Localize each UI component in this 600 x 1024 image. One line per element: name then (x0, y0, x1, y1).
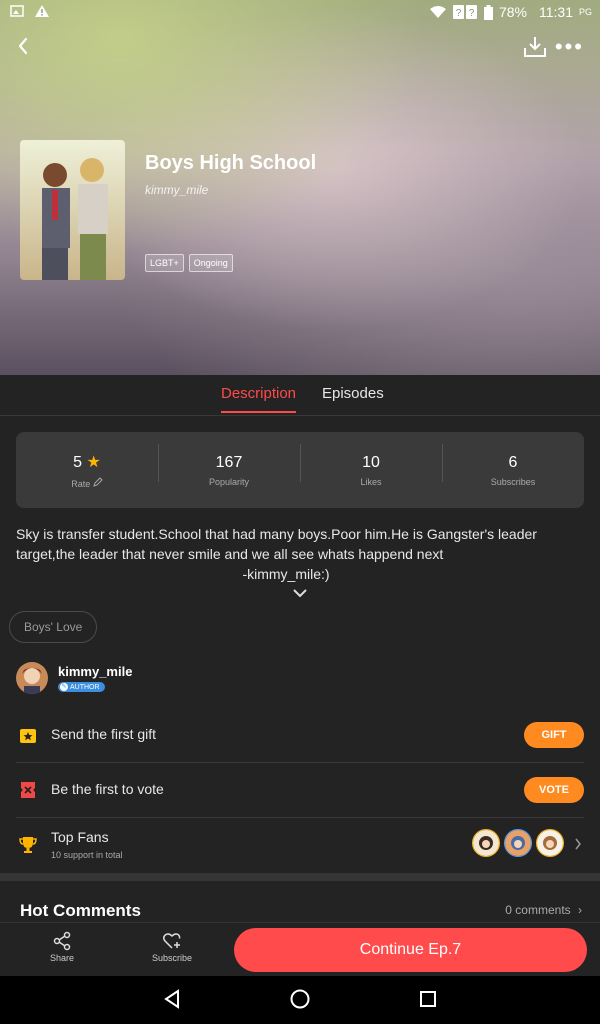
comment-count[interactable]: 0 comments › (505, 903, 582, 917)
back-icon[interactable] (12, 34, 36, 58)
vote-ticket-icon (21, 782, 35, 798)
vote-text: Be the first to vote (51, 781, 164, 797)
clock: 11:31 (538, 4, 573, 20)
description-signature: -kimmy_mile:) (242, 566, 330, 582)
comic-author[interactable]: kimmy_mile (145, 183, 208, 197)
likes-label: Likes (360, 476, 382, 487)
cover-image (20, 140, 125, 280)
author-badge-icon: ✎ (60, 683, 68, 691)
tag-list: LGBT+ Ongoing (145, 254, 233, 272)
subscribes-value: 6 (508, 453, 518, 471)
popularity-label: Popularity (208, 476, 250, 487)
share-label: Share (49, 953, 75, 963)
edit-icon (92, 476, 103, 487)
rate-value: 5 (73, 453, 83, 471)
fan-avatar[interactable] (504, 829, 532, 857)
description-line: Sky is transfer student.School that had … (16, 526, 537, 542)
top-bar: ••• (0, 30, 600, 64)
author-badge: ✎ AUTHOR (58, 682, 105, 692)
nav-back-icon[interactable] (162, 988, 182, 1010)
section-divider (0, 873, 600, 881)
tag[interactable]: LGBT+ (145, 254, 184, 272)
download-icon[interactable] (522, 34, 548, 60)
heart-plus-icon (162, 933, 181, 949)
stat-rate[interactable]: 5 ★ Rate (16, 452, 158, 489)
share-icon (53, 931, 71, 951)
gift-icon (20, 729, 36, 743)
battery-level: 78% (498, 4, 527, 20)
description-text: Sky is transfer student.School that had … (16, 524, 586, 584)
battery-icon (483, 4, 493, 20)
bottom-bar: Share Subscribe Continue Ep.7 (0, 922, 600, 977)
stat-likes: 10 Likes (300, 443, 442, 487)
subscribe-button[interactable]: Subscribe (142, 931, 202, 963)
stats-panel: 5 ★ Rate 167 Popularity 10 Likes 6 Subsc… (16, 432, 584, 508)
trophy-icon (19, 837, 37, 853)
chevron-right-icon: › (578, 903, 582, 917)
fan-avatar[interactable] (472, 829, 500, 857)
top-fans-title: Top Fans (51, 829, 109, 845)
hot-comments-title: Hot Comments (20, 901, 141, 920)
continue-button[interactable]: Continue Ep.7 (234, 928, 587, 972)
tab-episodes[interactable]: Episodes (322, 385, 384, 402)
comic-title: Boys High School (145, 152, 317, 174)
likes-value: 10 (362, 453, 380, 471)
stat-popularity: 167 Popularity (158, 443, 300, 487)
tab-description[interactable]: Description (221, 385, 297, 413)
vote-row: Be the first to vote VOTE (16, 763, 584, 817)
stat-subscribes: 6 Subscribes (442, 443, 584, 487)
top-fans-subtitle: 10 support in total (51, 850, 123, 860)
top-fans-row[interactable]: Top Fans 10 support in total (16, 818, 584, 872)
vote-button[interactable]: VOTE (524, 777, 584, 803)
gift-button[interactable]: GIFT (524, 722, 584, 748)
status-bar: ?? 78% 11:31 PG (0, 0, 600, 24)
no-sim-icon: ?? (452, 5, 477, 19)
share-button[interactable]: Share (32, 931, 92, 963)
warning-icon (35, 5, 49, 17)
description-line: target,the leader that never smile and w… (16, 546, 444, 562)
fan-avatar[interactable] (536, 829, 564, 857)
avatar[interactable] (16, 662, 48, 694)
chevron-down-icon[interactable] (291, 586, 309, 600)
popularity-value: 167 (215, 453, 243, 471)
tag[interactable]: Ongoing (188, 254, 233, 272)
tab-bar: Description Episodes (0, 375, 600, 416)
gallery-icon (10, 5, 24, 17)
clock-suffix: PG (578, 7, 592, 17)
rate-label: Rate (71, 478, 91, 489)
chevron-right-icon[interactable] (574, 838, 582, 850)
comment-count-label: 0 comments (505, 903, 571, 917)
svg-text:?: ? (469, 8, 475, 19)
gift-row: Send the first gift GIFT (16, 708, 584, 762)
svg-text:?: ? (456, 8, 462, 19)
nav-home-icon[interactable] (289, 988, 311, 1010)
author-badge-label: AUTHOR (70, 683, 100, 691)
star-icon: ★ (86, 453, 101, 471)
subscribes-label: Subscribes (490, 476, 536, 487)
author-name: kimmy_mile (58, 664, 133, 679)
subscribe-label: Subscribe (151, 953, 193, 963)
more-options-icon[interactable]: ••• (555, 36, 584, 58)
wifi-icon (429, 6, 446, 18)
nav-recents-icon[interactable] (419, 988, 437, 1010)
gift-text: Send the first gift (51, 726, 157, 742)
system-nav-bar (0, 976, 600, 1024)
genre-chip[interactable]: Boys' Love (9, 611, 98, 643)
